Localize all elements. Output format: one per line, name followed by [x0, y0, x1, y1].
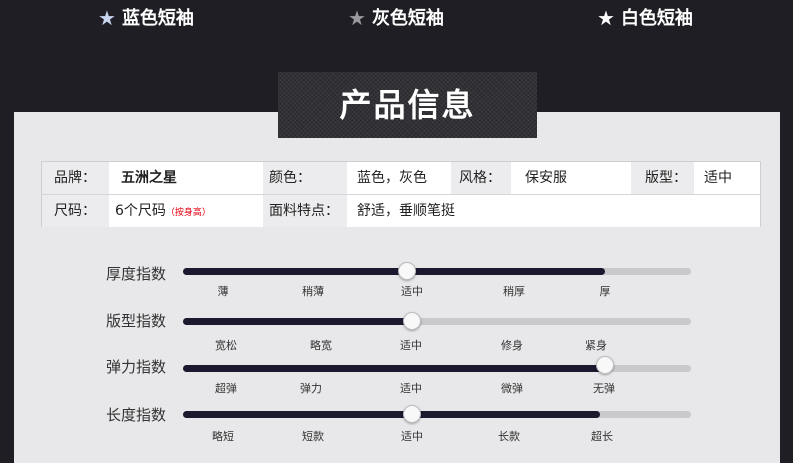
tick-label: 适中 — [401, 430, 423, 443]
elasticity-fill — [183, 365, 605, 372]
brand-label: 品牌： — [42, 162, 109, 194]
star-icon: ★ — [597, 6, 615, 30]
color-value: 蓝色，灰色 — [347, 162, 451, 194]
size-label: 尺码： — [42, 195, 109, 227]
tick-label: 适中 — [401, 285, 423, 298]
table-row: 品牌： 五洲之星 颜色： 蓝色，灰色 风格： 保安服 版型： 适中 — [42, 162, 760, 195]
tick-label: 微弹 — [501, 382, 523, 395]
elasticity-index-label: 弹力指数 — [106, 358, 167, 376]
fabric-label: 面料特点： — [263, 195, 347, 227]
thickness-knob[interactable] — [397, 262, 416, 280]
fit-value: 适中 — [694, 162, 760, 194]
tick-label: 紧身 — [585, 339, 607, 352]
tab-gray-short-sleeve[interactable]: ★ 灰色短袖 — [348, 4, 444, 32]
style-value: 保安服 — [511, 162, 631, 194]
tick-label: 无弹 — [593, 382, 615, 395]
fit-index-label: 版型指数 — [106, 312, 167, 330]
brand-value: 五洲之星 — [109, 162, 263, 194]
section-title: 产品信息 — [278, 72, 537, 138]
tick-label: 超长 — [591, 430, 613, 443]
tab-white-short-sleeve[interactable]: ★ 白色短袖 — [597, 4, 693, 32]
tick-label: 厚 — [599, 285, 611, 298]
tick-label: 修身 — [501, 339, 523, 352]
size-text: 6个尺码 — [115, 203, 166, 219]
tick-label: 略短 — [212, 430, 234, 443]
tab-blue-short-sleeve[interactable]: ★ 蓝色短袖 — [98, 4, 194, 32]
tick-label: 稍厚 — [503, 285, 525, 298]
star-icon: ★ — [348, 6, 366, 30]
tick-label: 长款 — [498, 430, 520, 443]
product-info-table: 品牌： 五洲之星 颜色： 蓝色，灰色 风格： 保安服 版型： 适中 尺码： 6个… — [41, 161, 761, 227]
fit-knob[interactable] — [402, 312, 421, 330]
style-label: 风格： — [451, 162, 511, 194]
size-value: 6个尺码（按身高） — [109, 195, 263, 227]
table-row: 尺码： 6个尺码（按身高） 面料特点： 舒适，垂顺笔挺 — [42, 195, 760, 227]
length-index-label: 长度指数 — [106, 406, 167, 424]
tick-label: 适中 — [400, 339, 422, 352]
thickness-index-label: 厚度指数 — [106, 265, 167, 283]
length-fill — [183, 411, 600, 418]
tick-label: 稍薄 — [302, 285, 324, 298]
tab-label: 灰色短袖 — [371, 8, 444, 29]
size-note: （按身高） — [165, 208, 211, 218]
fit-fill — [183, 318, 412, 325]
fit-label: 版型： — [631, 162, 694, 194]
thickness-fill — [183, 268, 605, 275]
tick-label: 短款 — [302, 430, 324, 443]
tick-label: 超弹 — [215, 382, 237, 395]
star-icon: ★ — [98, 6, 116, 30]
tick-label: 宽松 — [215, 339, 237, 352]
elasticity-knob[interactable] — [595, 356, 614, 374]
tab-label: 白色短袖 — [620, 8, 693, 29]
tab-label: 蓝色短袖 — [121, 8, 194, 29]
tick-label: 适中 — [400, 382, 422, 395]
tick-label: 薄 — [217, 285, 229, 298]
color-label: 颜色： — [263, 162, 347, 194]
tick-label: 略宽 — [310, 339, 332, 352]
tick-label: 弹力 — [300, 382, 322, 395]
fabric-value: 舒适，垂顺笔挺 — [347, 195, 760, 227]
length-knob[interactable] — [402, 405, 421, 423]
